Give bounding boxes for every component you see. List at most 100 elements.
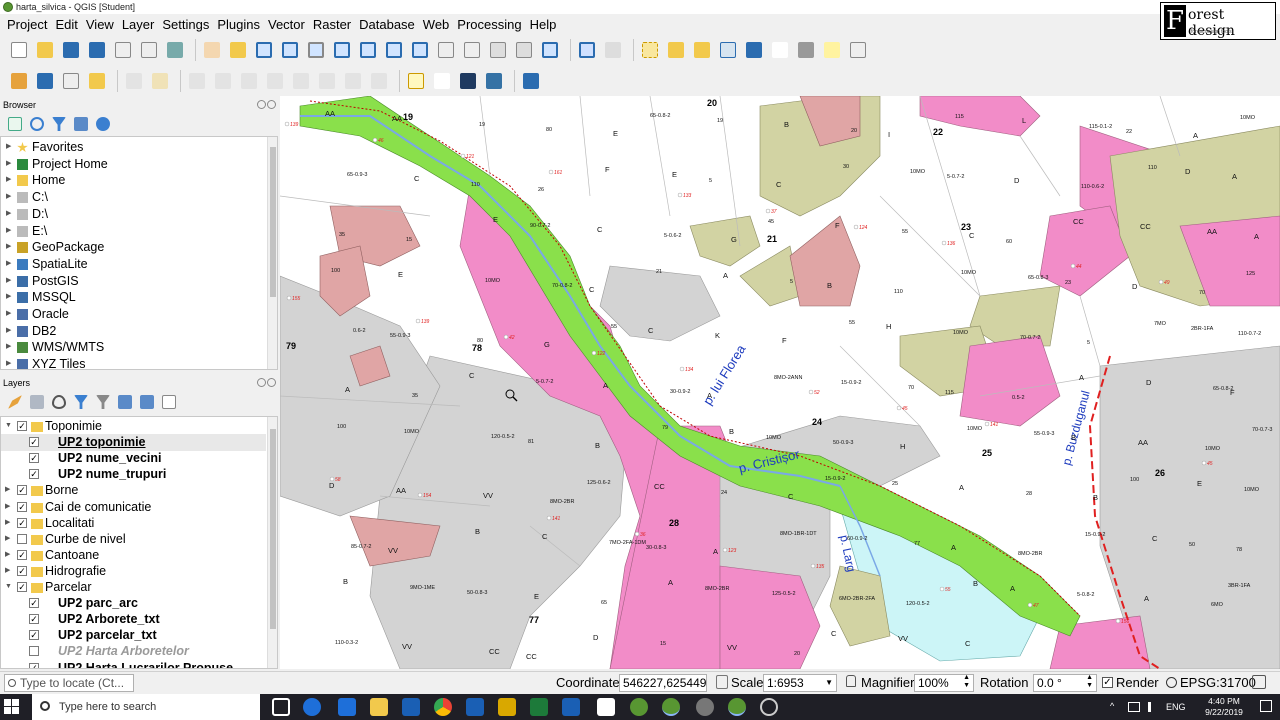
network-icon[interactable] [1128,702,1140,712]
new-map-view-icon[interactable] [461,39,483,61]
close-panel-icon[interactable] [267,378,276,387]
pen-icon[interactable] [86,70,108,92]
browser-item-spatialite[interactable]: ▶ SpatiaLite [1,256,266,273]
globe-plugin-icon[interactable] [457,70,479,92]
layer-visibility-checkbox[interactable]: ✓ [17,565,27,576]
browser-item-xyz-tiles[interactable]: ▶ XYZ Tiles [1,356,266,369]
layer-visibility-checkbox[interactable]: ✓ [29,453,39,464]
word-icon-2[interactable] [466,698,484,716]
refresh-button[interactable] [28,115,46,133]
layer-visibility-checkbox[interactable]: ✓ [29,662,39,668]
layer-item-up2-parc-arc[interactable]: ✓ UP2 parc_arc [1,595,266,612]
layer-item-up2-toponimie[interactable]: ✓ UP2 toponimie [1,434,266,451]
collapse-arrow-icon[interactable]: ▼ [5,418,12,435]
word-icon-3[interactable] [562,698,580,716]
float-panel-icon[interactable] [257,378,266,387]
expand-arrow-icon[interactable]: ▶ [6,356,11,369]
new-project-icon[interactable] [8,39,30,61]
text-annotation-icon[interactable] [847,39,869,61]
layer-item-parcelar[interactable]: ▼ ✓ Parcelar [1,579,266,596]
statistics-icon[interactable] [769,39,791,61]
layout-manager-icon[interactable] [138,39,160,61]
layer-visibility-checkbox[interactable]: ✓ [17,501,27,512]
add-feature-icon[interactable] [212,70,234,92]
excel-icon[interactable] [530,698,548,716]
menu-settings[interactable]: Settings [158,14,213,35]
layer-visibility-checkbox[interactable] [29,646,39,657]
print-layout-icon[interactable] [112,39,134,61]
file-explorer-icon[interactable] [370,698,388,716]
taskbar-clock[interactable]: 4:40 PM 9/22/2019 [1196,696,1252,718]
digitizing-2-icon[interactable] [34,70,56,92]
render-checkbox[interactable]: ✓ [1102,677,1113,688]
filter-legend-button[interactable] [72,393,90,411]
layer-visibility-checkbox[interactable]: ✓ [29,630,39,641]
crs-label[interactable]: EPSG:31700 [1180,675,1256,691]
map-canvas[interactable]: p. lui Florea p. Cristișor p. Larg p. Buzdu… [280,96,1280,669]
layer-item-up2-nume-trupuri[interactable]: ✓ UP2 nume_trupuri [1,466,266,483]
expand-arrow-icon[interactable]: ▶ [6,323,11,340]
scale-combo[interactable]: 1:6953 ▼ [763,674,837,692]
menu-vector[interactable]: Vector [264,14,309,35]
layer-visibility-checkbox[interactable]: ✓ [17,549,27,560]
zoom-last-icon[interactable] [409,39,431,61]
zoom-out-icon[interactable] [279,39,301,61]
layer-visibility-checkbox[interactable]: ✓ [29,614,39,625]
refresh-icon[interactable] [539,39,561,61]
float-panel-icon[interactable] [257,100,266,109]
expand-arrow-icon[interactable]: ▶ [5,515,10,532]
browser-item-c[interactable]: ▶ C:\ [1,189,266,206]
word-icon[interactable] [402,698,420,716]
expand-arrow-icon[interactable]: ▶ [5,482,10,499]
browser-item-mssql[interactable]: ▶ MSSQL [1,289,266,306]
cut-icon[interactable] [264,70,286,92]
rotation-field[interactable]: 0.0 ° ▲ ▼ [1033,674,1097,692]
locator-input[interactable]: Type to locate (Ct... [4,674,134,692]
browser-item-wms-wmts[interactable]: ▶ WMS/WMTS [1,339,266,356]
menu-view[interactable]: View [82,14,118,35]
browser-scrollbar[interactable] [267,137,277,369]
toolbox-icon[interactable] [743,39,765,61]
forest-map[interactable]: p. lui Floreap. Cristișorp. Largp. Buzdu… [280,96,1280,669]
layer-visibility-checkbox[interactable]: ✓ [17,582,27,592]
expand-arrow-icon[interactable]: ▶ [5,531,10,548]
action-icon[interactable] [602,39,624,61]
layer-item-up2-parcelar-txt[interactable]: ✓ UP2 parcelar_txt [1,627,266,644]
zoom-native-icon[interactable] [305,39,327,61]
pan-to-selection-icon[interactable] [227,39,249,61]
style-manager-button[interactable] [6,393,24,411]
delete-icon[interactable] [238,70,260,92]
chrome-icon[interactable] [434,698,452,716]
add-group-button[interactable] [28,393,46,411]
save-edits-icon[interactable] [186,70,208,92]
pan-icon[interactable] [201,39,223,61]
more-tools-icon[interactable] [431,70,453,92]
menu-help[interactable]: Help [526,14,561,35]
menu-processing[interactable]: Processing [453,14,525,35]
browser-item-geopackage[interactable]: ▶ GeoPackage [1,239,266,256]
expand-arrow-icon[interactable]: ▶ [5,499,10,516]
menu-web[interactable]: Web [419,14,454,35]
expand-all-button[interactable] [116,393,134,411]
layer-item-up2-harta-lucrarilor-propuse[interactable]: ✓ UP2 Harta Lucrarilor Propuse [1,660,266,668]
save-project-icon[interactable] [60,39,82,61]
expand-arrow-icon[interactable]: ▶ [6,256,11,273]
volume-icon[interactable] [1148,702,1158,712]
collapse-arrow-icon[interactable]: ▼ [5,579,12,596]
layer-item-up2-nume-vecini[interactable]: ✓ UP2 nume_vecini [1,450,266,467]
python-icon[interactable] [483,70,505,92]
browser-item-d[interactable]: ▶ D:\ [1,206,266,223]
expand-arrow-icon[interactable]: ▶ [6,156,11,173]
expand-arrow-icon[interactable]: ▶ [5,563,10,580]
qgis-icon[interactable] [630,698,648,716]
menu-layer[interactable]: Layer [118,14,159,35]
layer-item-cai-de-comunicatie[interactable]: ▶ ✓ Cai de comunicatie [1,499,266,516]
layer-visibility-checkbox[interactable]: ✓ [29,437,39,448]
help-icon[interactable] [520,70,542,92]
layer-visibility-checkbox[interactable]: ✓ [29,598,39,609]
crs-globe-icon[interactable] [1166,677,1177,688]
layers-scrollbar[interactable] [267,417,277,668]
notifications-icon[interactable] [1260,700,1272,712]
magnifier-field[interactable]: 100% ▲ ▼ [914,674,974,692]
browser-item-db2[interactable]: ▶ DB2 [1,323,266,340]
